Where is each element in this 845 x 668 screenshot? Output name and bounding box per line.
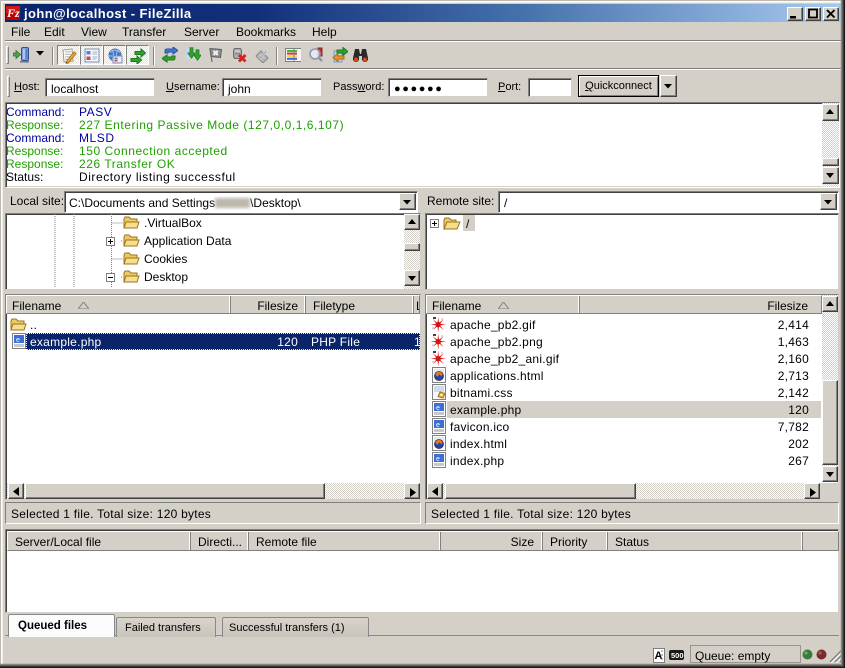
svg-text:A: A (655, 650, 663, 662)
svg-text:500: 500 (671, 651, 684, 660)
svg-text:e: e (436, 405, 440, 412)
svg-text:e: e (436, 422, 440, 429)
svg-text:Fz: Fz (6, 6, 20, 20)
svg-text:e: e (16, 337, 20, 344)
svg-text:e: e (436, 456, 440, 463)
